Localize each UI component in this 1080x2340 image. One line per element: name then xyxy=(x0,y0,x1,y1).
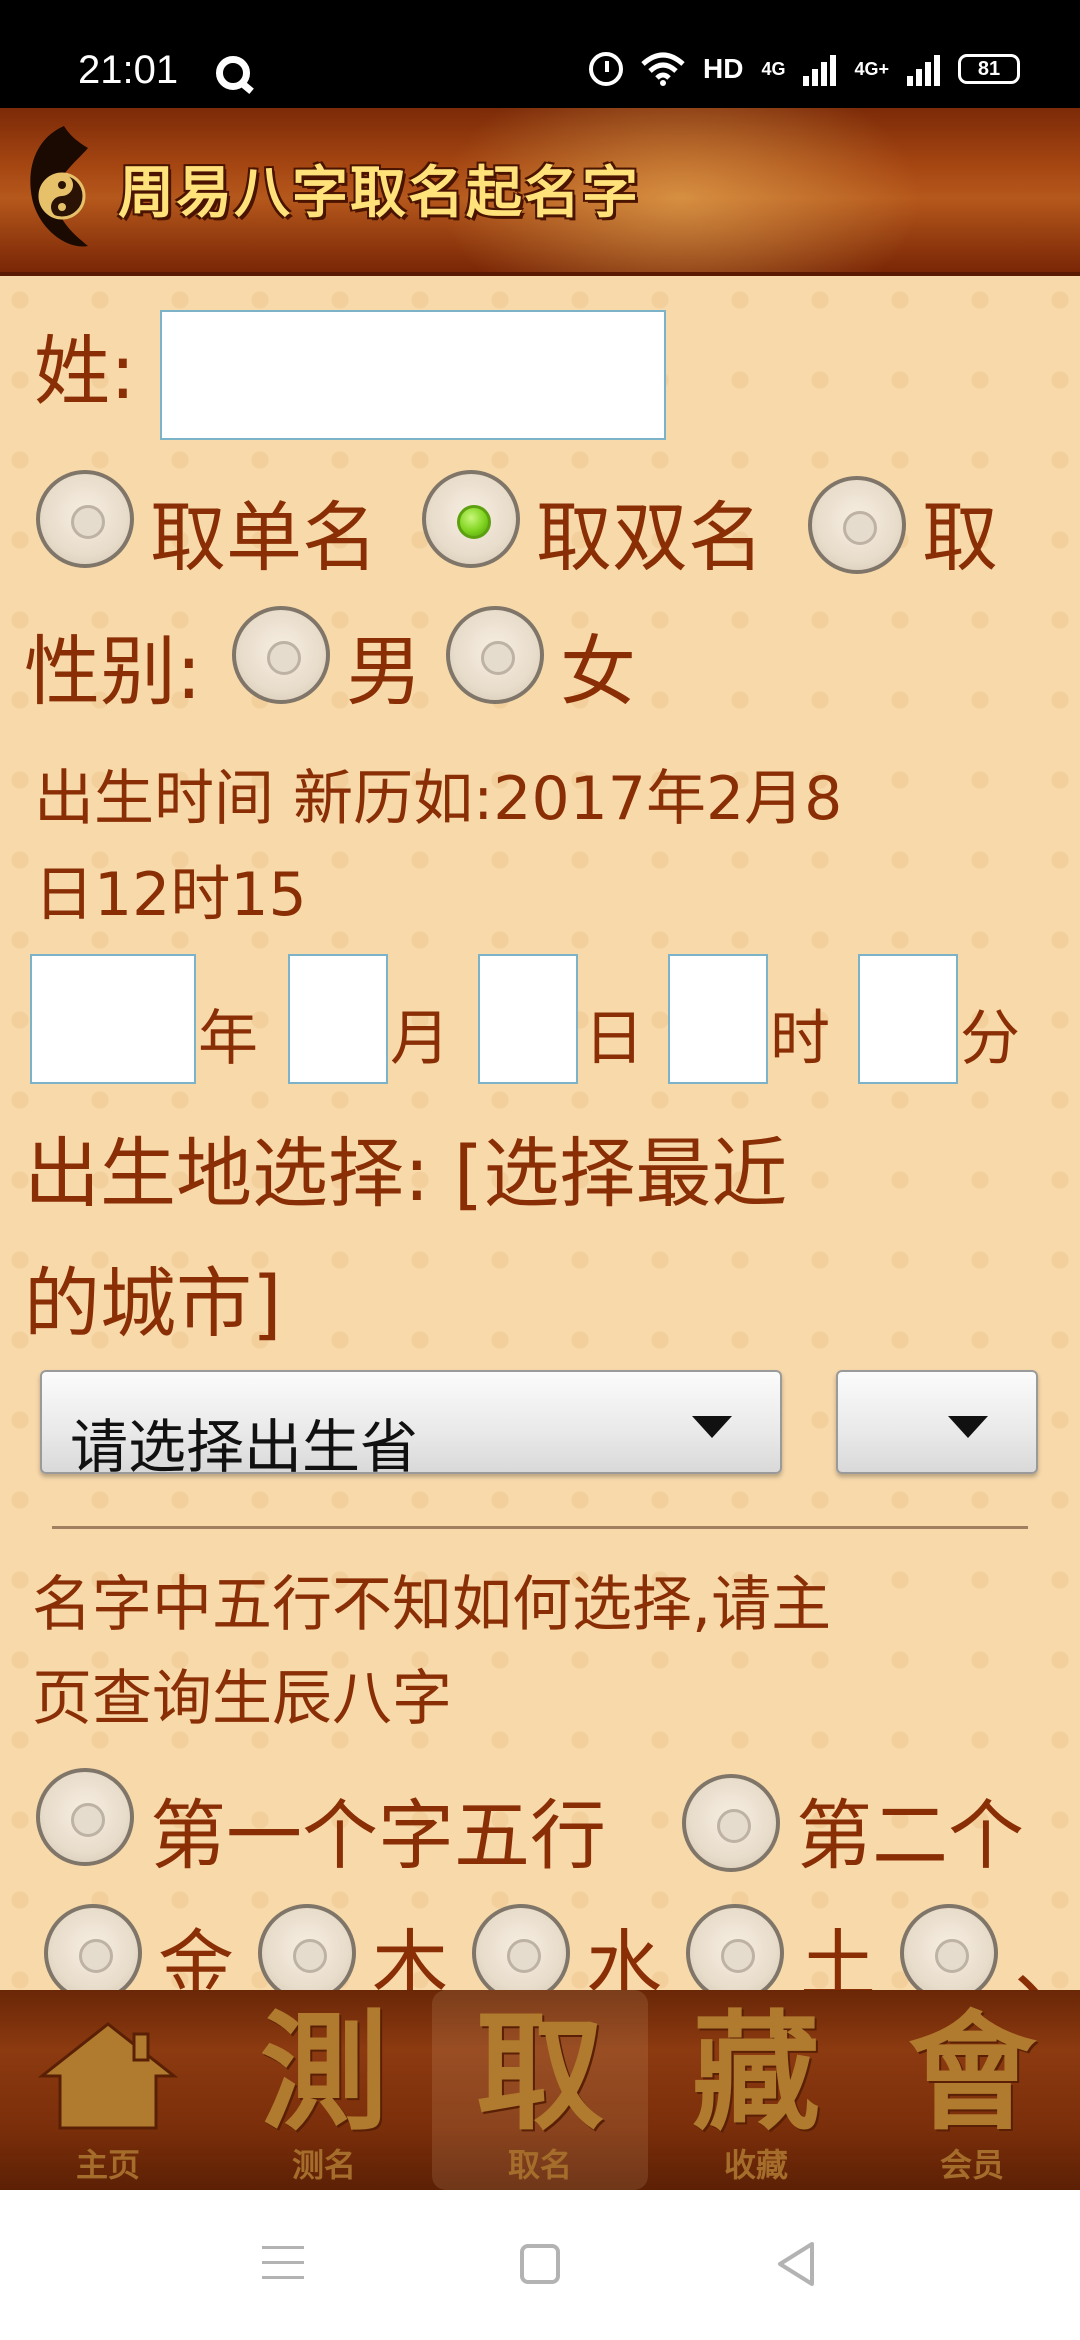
birthplace-label-line2: 的城市] xyxy=(24,1259,282,1348)
yinyang-dragon-logo-icon xyxy=(30,126,88,247)
option-first-char-wuxing: 第一个字五行 xyxy=(150,1791,606,1880)
radio-double-name[interactable] xyxy=(422,470,520,568)
gender-label: 性别: xyxy=(24,627,202,716)
wifi-icon xyxy=(641,52,685,86)
back-icon[interactable] xyxy=(774,2240,818,2288)
radio-single-name[interactable] xyxy=(36,470,134,568)
province-select[interactable]: 请选择出生省 xyxy=(40,1370,782,1474)
option-single-name: 取单名 xyxy=(150,493,378,582)
divider xyxy=(52,1526,1028,1529)
dropdown-arrow-icon xyxy=(948,1416,988,1438)
home-icon xyxy=(38,2022,178,2130)
signal-icon xyxy=(803,52,837,86)
unit-day: 日 xyxy=(584,1004,644,1074)
option-double-name: 取双名 xyxy=(536,493,764,582)
wuxing-hint-line2: 页查询生辰八字 xyxy=(32,1664,452,1734)
radio-element-wood[interactable] xyxy=(258,1904,356,1990)
nav-member[interactable]: 會 会员 xyxy=(864,1990,1080,2190)
nav-home-label: 主页 xyxy=(75,2146,140,2184)
birth-time-label: 出生时间 新历如:2017年2月8 xyxy=(34,764,843,834)
nav-pick-name-glyph: 取 xyxy=(475,1999,604,2148)
signal-label-1: 4G xyxy=(761,58,786,79)
unit-hour: 时 xyxy=(770,1004,830,1074)
option-element-metal: 金 xyxy=(158,1921,234,1990)
name-generator-form: 姓: 取单名 取双名 取 性别: 男 女 出生时间 新历如:2017年2月8 日… xyxy=(0,280,1080,1990)
nav-member-glyph: 會 xyxy=(907,1999,1036,2148)
dropdown-arrow-icon xyxy=(692,1416,732,1438)
bottom-nav: 主页 測 测名 取 取名 藏 收藏 會 会员 xyxy=(0,1990,1080,2190)
app-header: 周易八字取名起名字 xyxy=(0,108,1080,276)
radio-name-third[interactable] xyxy=(808,476,906,574)
radio-female[interactable] xyxy=(446,606,544,704)
signal-label-2: 4G+ xyxy=(854,58,889,79)
birth-time-label-line2: 日12时15 xyxy=(34,860,307,930)
birth-year-input[interactable] xyxy=(30,954,196,1084)
radio-element-fire[interactable] xyxy=(900,1904,998,1990)
status-bar: 21:01 HD 4G 4G+ 81 xyxy=(0,0,1080,108)
surname-input[interactable] xyxy=(160,310,666,440)
nav-test-name-label: 测名 xyxy=(291,2146,356,2184)
radio-element-metal[interactable] xyxy=(44,1904,142,1990)
unit-month: 月 xyxy=(390,1004,450,1074)
birth-month-input[interactable] xyxy=(288,954,388,1084)
nav-member-label: 会员 xyxy=(939,2146,1004,2184)
city-select[interactable] xyxy=(836,1370,1038,1474)
option-element-wood: 木 xyxy=(372,1921,448,1990)
nav-test-name[interactable]: 測 测名 xyxy=(216,1990,432,2190)
surname-label: 姓: xyxy=(34,327,136,416)
radio-second-char-wuxing[interactable] xyxy=(682,1774,780,1872)
wuxing-hint: 名字中五行不知如何选择,请主 xyxy=(32,1570,832,1640)
nav-pick-name-label: 取名 xyxy=(507,2146,572,2184)
radio-element-water[interactable] xyxy=(472,1904,570,1990)
option-name-third: 取 xyxy=(922,493,998,582)
radio-male[interactable] xyxy=(232,606,330,704)
alarm-icon xyxy=(589,52,623,86)
province-select-value: 请选择出生省 xyxy=(70,1413,419,1474)
nav-home[interactable]: 主页 xyxy=(0,1990,216,2190)
clock: 21:01 xyxy=(78,48,179,92)
birth-hour-input[interactable] xyxy=(668,954,768,1084)
option-element-fire: 、 xyxy=(1014,1904,1080,1990)
menu-icon[interactable] xyxy=(262,2246,304,2282)
unit-year: 年 xyxy=(198,1004,258,1074)
nav-test-name-glyph: 測 xyxy=(259,1999,388,2148)
network-type: HD xyxy=(703,53,744,84)
status-icons: HD 4G 4G+ 81 xyxy=(589,52,1020,86)
unit-minute: 分 xyxy=(960,1004,1020,1074)
home-square-icon[interactable] xyxy=(520,2244,560,2284)
nav-favorites-glyph: 藏 xyxy=(691,1999,820,2148)
option-element-water: 水 xyxy=(586,1921,662,1990)
nav-pick-name[interactable]: 取 取名 xyxy=(432,1990,648,2190)
app-title: 周易八字取名起名字 xyxy=(118,161,640,226)
radio-element-earth[interactable] xyxy=(686,1904,784,1990)
option-second-char-wuxing: 第二个 xyxy=(796,1791,1024,1880)
birthplace-label: 出生地选择: [选择最近 xyxy=(24,1129,788,1218)
birth-minute-input[interactable] xyxy=(858,954,958,1084)
signal-icon-2 xyxy=(907,52,940,86)
birth-day-input[interactable] xyxy=(478,954,578,1084)
option-male: 男 xyxy=(346,627,422,716)
battery-icon: 81 xyxy=(958,54,1020,84)
option-element-earth: 土 xyxy=(800,1921,876,1990)
nav-favorites[interactable]: 藏 收藏 xyxy=(648,1990,864,2190)
option-female: 女 xyxy=(560,627,636,716)
system-nav-bar xyxy=(0,2190,1080,2340)
radio-first-char-wuxing[interactable] xyxy=(36,1768,134,1866)
nav-favorites-label: 收藏 xyxy=(723,2146,788,2184)
app-notification-icon xyxy=(216,56,250,90)
